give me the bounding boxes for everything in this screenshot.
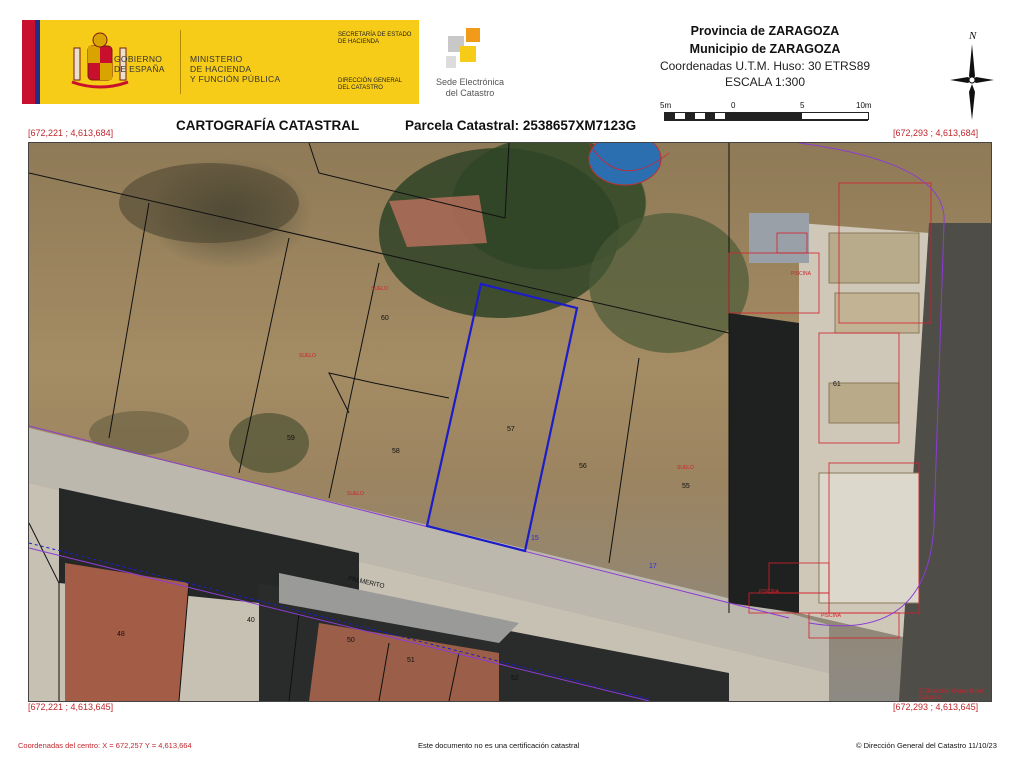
scale-tick: 5: [800, 101, 805, 110]
copyright: © Dirección General del Catastro 11/10/2…: [856, 741, 997, 750]
ministry-line-3: Y FUNCIÓN PÚBLICA: [190, 74, 281, 84]
catastro-logo-icon: [446, 28, 480, 68]
structure-label: PISCINA: [791, 271, 812, 277]
secretaria-line-1: SECRETARÍA DE ESTADO: [338, 32, 412, 38]
flag-stripe-red: [22, 20, 35, 104]
scale-line: [664, 120, 868, 121]
ministry-line-2: DE HACIENDA: [190, 64, 252, 74]
title-block: Provincia de ZARAGOZA Municipio de ZARAG…: [640, 22, 890, 90]
ministry-line-1: MINISTERIO: [190, 54, 243, 64]
gobierno-line-2: DE ESPAÑA: [114, 64, 165, 74]
cartography-title: CARTOGRAFÍA CATASTRAL: [176, 118, 360, 133]
parcel-number: 57: [507, 426, 515, 433]
land-use-label: SUELO: [371, 286, 388, 292]
corner-coord-bottom-right: [672,293 ; 4,613,645]: [893, 702, 979, 712]
scale-bar: [664, 112, 869, 120]
direccion-line-1: DIRECCIÓN GENERAL: [338, 78, 403, 84]
scale-tick-labels: 5m 0 5 10m: [660, 101, 890, 111]
secretaria-line-2: DE HACIENDA: [338, 39, 380, 45]
street-code-label: 15: [531, 535, 539, 542]
parcel-number: 40: [247, 617, 255, 624]
parcel-number: 55: [682, 483, 690, 490]
parcel-number: 52: [511, 675, 519, 682]
parcel-number: 51: [407, 657, 415, 664]
parcel-number: 61: [833, 381, 841, 388]
land-use-label: SUELO: [677, 465, 694, 471]
parcel-number: 60: [381, 315, 389, 322]
parcel-number: 58: [392, 448, 400, 455]
gobierno-name: GOBIERNO DE ESPAÑA: [114, 54, 165, 74]
map-copyright-stamp: © Dirección General del Catastro: [919, 689, 983, 701]
parcel-number: 48: [117, 631, 125, 638]
map-overlay: [29, 143, 991, 701]
direccion-line-2: DEL CATASTRO: [338, 85, 383, 91]
coordinate-system: Coordenadas U.T.M. Huso: 30 ETRS89: [659, 59, 871, 73]
gobierno-logo-block: GOBIERNO DE ESPAÑA MINISTERIO DE HACIEND…: [22, 20, 330, 104]
center-coordinates: Coordenadas del centro: X = 672,257 Y = …: [18, 741, 192, 750]
sede-line-2: del Catastro: [445, 88, 495, 98]
structure-label: PISCINA: [759, 589, 780, 595]
ministry-name: MINISTERIO DE HACIENDA Y FUNCIÓN PÚBLICA: [190, 54, 280, 84]
secretaria-name: SECRETARÍA DE ESTADO DE HACIENDA: [338, 32, 411, 46]
corner-coord-top-right: [672,293 ; 4,613,684]: [893, 128, 979, 138]
sede-electronica-label: Sede Electrónica del Catastro: [420, 77, 520, 99]
scale-tick: 0: [731, 101, 736, 110]
scale-tick: 10m: [856, 101, 872, 110]
corner-coord-bottom-left: [672,221 ; 4,613,645]: [28, 702, 114, 712]
logo-separator: [180, 30, 181, 94]
parcel-number: 56: [579, 463, 587, 470]
disclaimer: Este documento no es una certificación c…: [418, 741, 580, 750]
province-title: Provincia de ZARAGOZA: [690, 24, 840, 38]
land-use-label: SUELO: [347, 491, 364, 497]
street-code-label: 17: [649, 563, 657, 570]
structure-label: PISCINA: [821, 613, 842, 619]
direccion-name: DIRECCIÓN GENERAL DEL CATASTRO: [338, 78, 402, 92]
cadastral-map[interactable]: 60 59 58 57 56 55 61 48 50 51 52 40 PALM…: [28, 142, 992, 702]
sede-line-1: Sede Electrónica: [435, 77, 505, 87]
north-label: N: [968, 30, 977, 42]
scale-tick: 5m: [660, 101, 672, 110]
gobierno-line-1: GOBIERNO: [114, 54, 163, 64]
north-arrow-icon: N: [950, 30, 994, 120]
parcel-number: 50: [347, 637, 355, 644]
parcel-number: 59: [287, 435, 295, 442]
flag-stripe-blue: [35, 20, 40, 104]
land-use-label: SUELO: [299, 353, 316, 359]
scale-title: ESCALA 1:300: [724, 75, 806, 89]
corner-coord-top-left: [672,221 ; 4,613,684]: [28, 128, 114, 138]
municipality-title: Municipio de ZARAGOZA: [689, 42, 841, 56]
parcel-reference: Parcela Catastral: 2538657XM7123G: [405, 118, 637, 133]
